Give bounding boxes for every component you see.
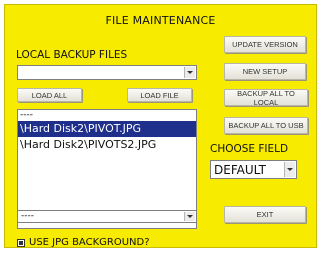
exit-button[interactable]: EXIT — [224, 206, 306, 223]
bottom-dropdown-value: ---- — [21, 211, 34, 221]
local-backup-files-label: LOCAL BACKUP FILES — [16, 49, 128, 61]
update-version-button[interactable]: UPDATE VERSION — [224, 36, 306, 53]
use-jpg-background-label: USE JPG BACKGROUND? — [29, 237, 150, 248]
chevron-down-icon[interactable] — [184, 212, 195, 221]
list-item-selected[interactable]: \Hard Disk2\PIVOT.JPG — [18, 121, 196, 137]
backup-all-to-local-button[interactable]: BACKUP ALL TO LOCAL — [224, 89, 308, 107]
bottom-dropdown[interactable]: ---- — [17, 210, 197, 223]
load-file-button[interactable]: LOAD FILE — [127, 88, 192, 102]
choose-field-value: DEFAULT — [214, 163, 266, 177]
chevron-down-icon[interactable] — [284, 162, 295, 177]
local-backup-dropdown[interactable] — [17, 65, 197, 80]
list-item[interactable]: \Hard Disk2\PIVOTS2.JPG — [18, 137, 196, 153]
load-all-button[interactable]: LOAD ALL — [17, 88, 82, 102]
list-item[interactable]: ---- — [18, 110, 196, 121]
choose-field-dropdown[interactable]: DEFAULT — [210, 160, 297, 179]
chevron-down-icon[interactable] — [184, 67, 195, 78]
use-jpg-background-checkbox[interactable] — [17, 238, 25, 247]
file-maintenance-screen: FILE MAINTENANCE LOCAL BACKUP FILES LOAD… — [4, 4, 317, 248]
backup-all-to-usb-button[interactable]: BACKUP ALL TO USB — [224, 117, 308, 134]
use-jpg-background-row[interactable]: USE JPG BACKGROUND? — [17, 237, 150, 248]
choose-field-label: CHOOSE FIELD — [210, 143, 289, 155]
new-setup-button[interactable]: NEW SETUP — [224, 63, 306, 80]
page-title: FILE MAINTENANCE — [105, 14, 216, 27]
